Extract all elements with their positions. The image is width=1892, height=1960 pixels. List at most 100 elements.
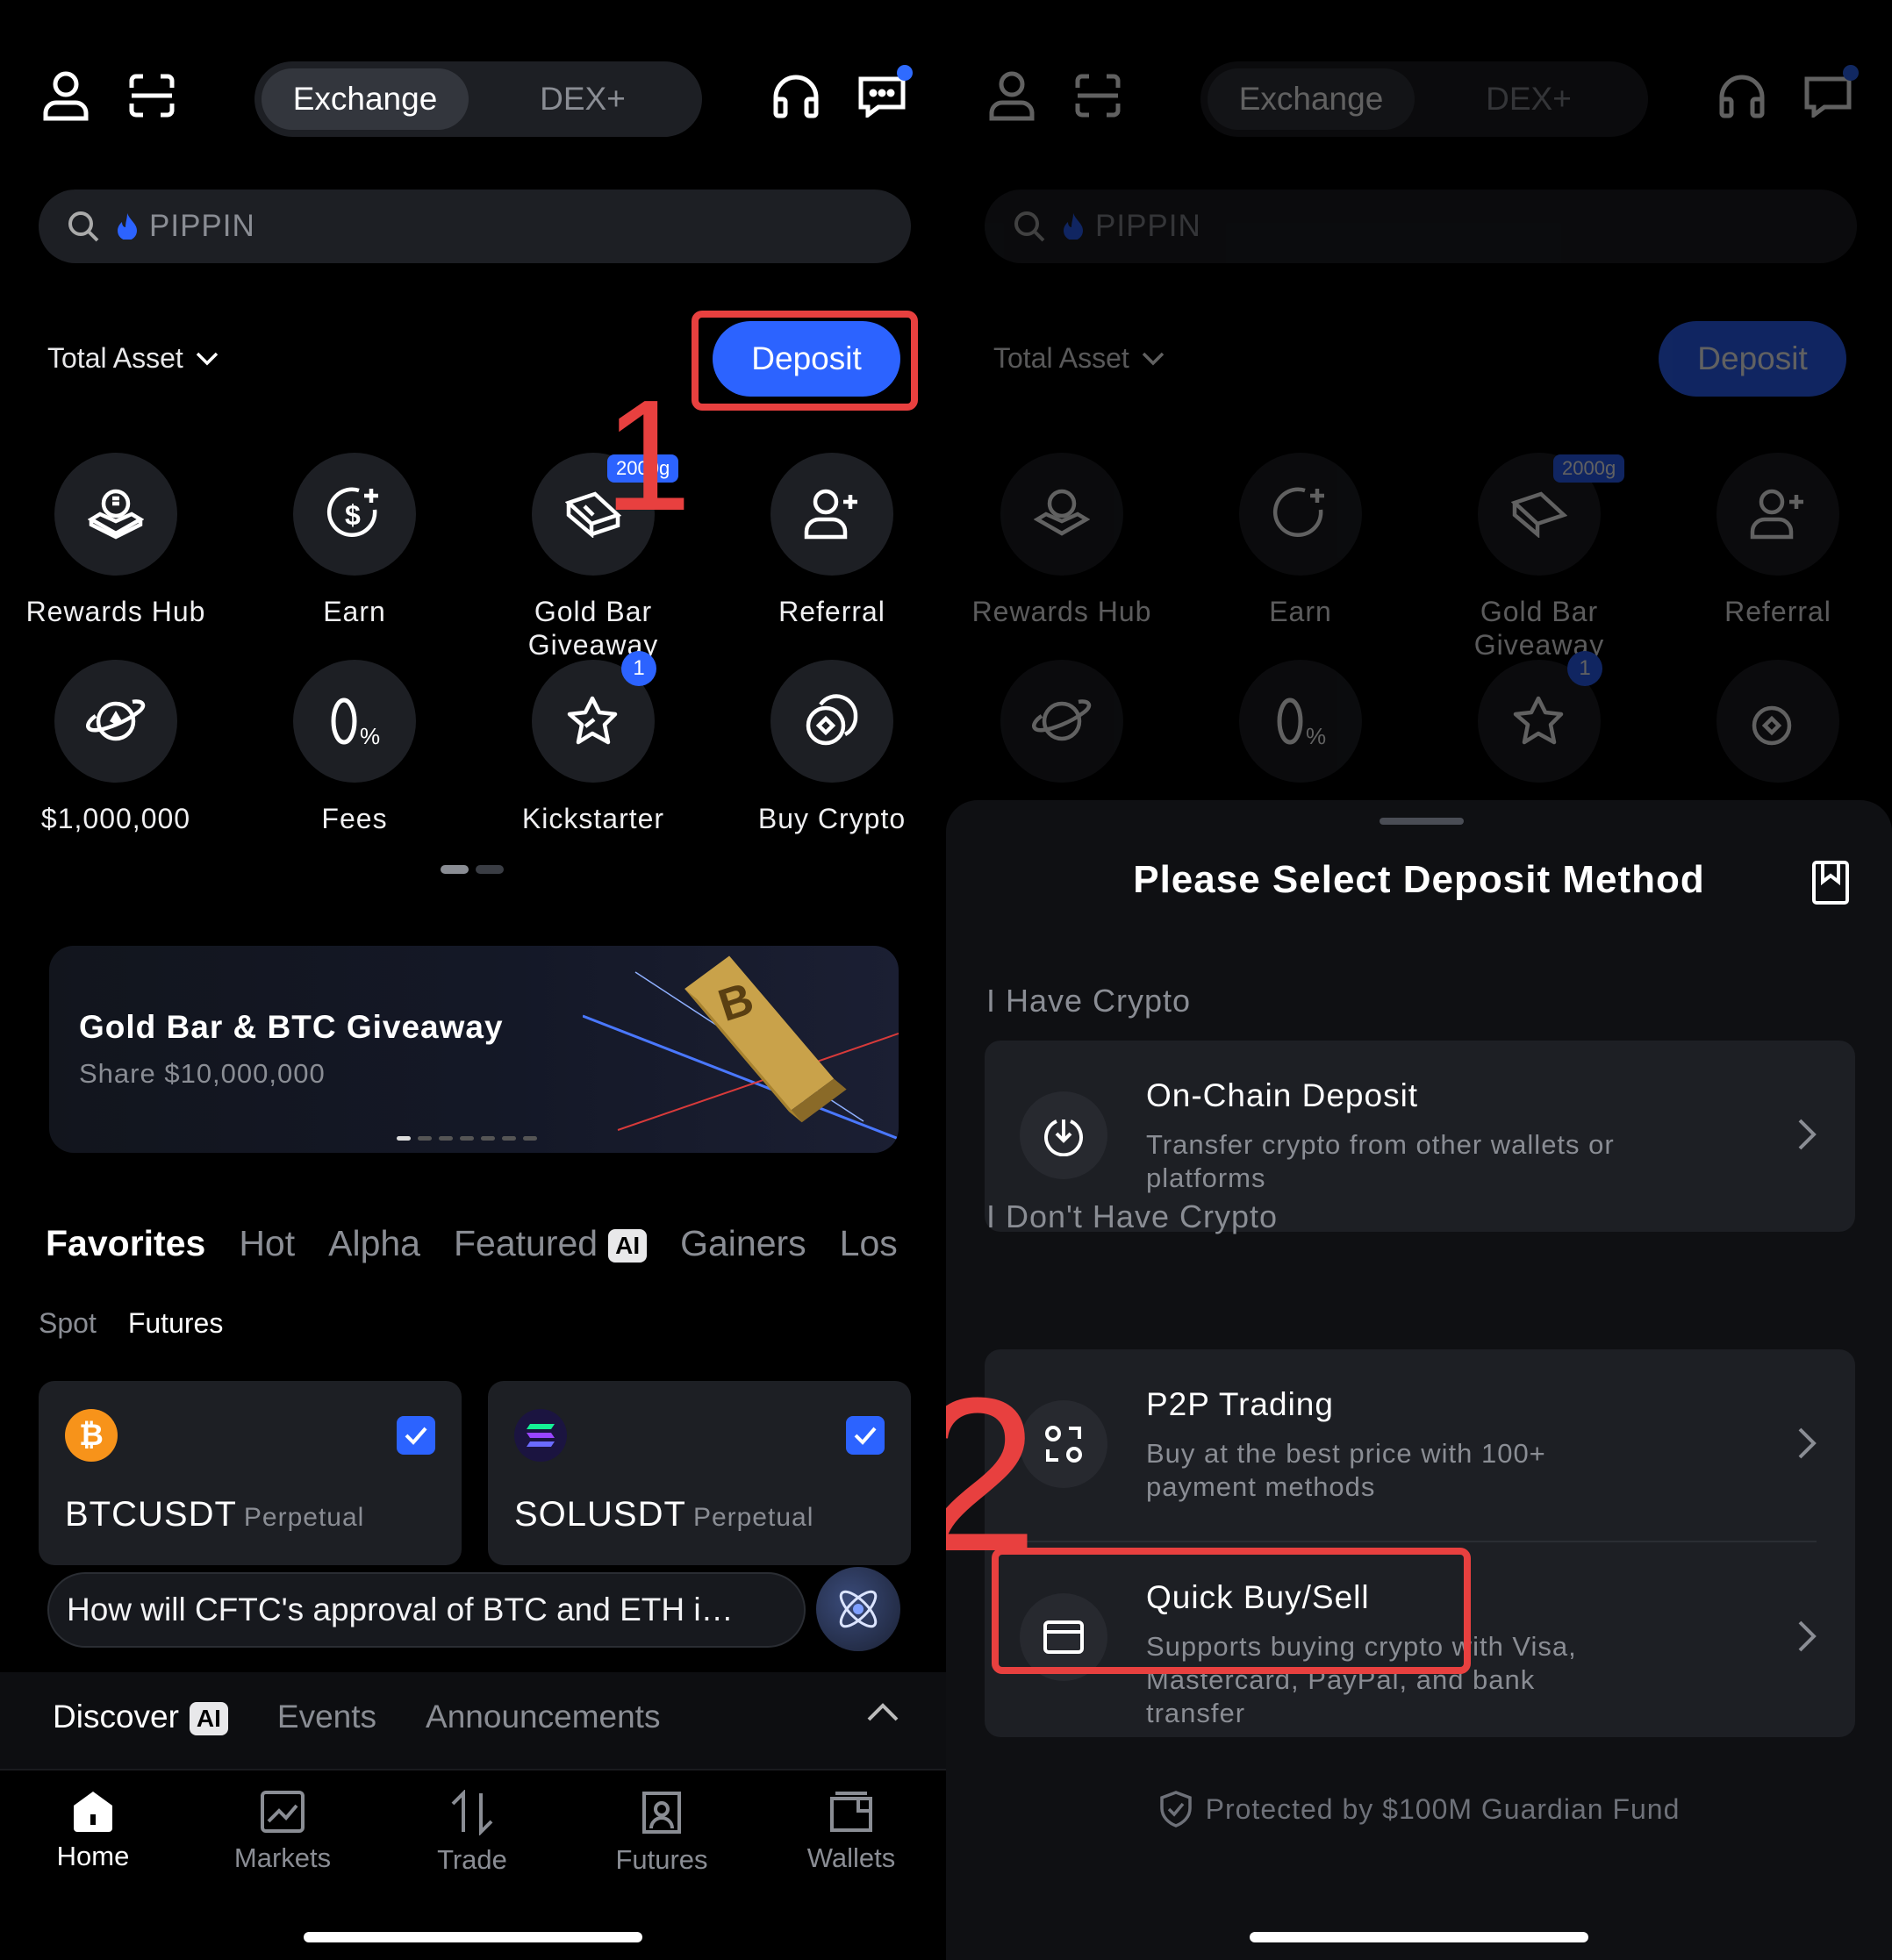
gold-bar-icon: 2000g <box>1478 453 1625 576</box>
tab-exchange[interactable]: Exchange <box>262 68 469 130</box>
ai-badge: AI <box>608 1229 648 1263</box>
grid-item-kickstarter[interactable]: 1 Kickstarter <box>474 651 713 835</box>
deposit-sheet-screen: Exchange DEX+ PIPPIN Total Asset Deposit… <box>946 0 1892 1960</box>
headset-icon[interactable] <box>769 68 823 123</box>
grid-label: Rewards Hub <box>25 596 206 627</box>
grid-item-referral[interactable]: Referral <box>713 453 946 628</box>
grid-item-earn[interactable]: $ Earn <box>235 453 474 628</box>
tab-hot[interactable]: Hot <box>239 1223 295 1264</box>
exchange-dex-switch: Exchange DEX+ <box>254 61 702 137</box>
section-have-crypto: I Have Crypto <box>986 983 1192 1019</box>
option-title: P2P Trading <box>1146 1386 1334 1422</box>
promo-banner[interactable]: B Gold Bar & BTC Giveaway Share $10,000,… <box>49 946 899 1153</box>
ai-assistant-icon[interactable] <box>816 1567 900 1651</box>
search-placeholder: PIPPIN <box>149 209 255 243</box>
tab-dex: DEX+ <box>1486 81 1572 117</box>
planet-icon <box>1000 660 1123 783</box>
ai-badge: AI <box>189 1702 228 1736</box>
grid-label: Earn <box>1269 596 1332 627</box>
nav-trade[interactable]: Trade <box>384 1790 560 1876</box>
guardian-fund-text: Protected by $100M Guardian Fund <box>1205 1792 1681 1825</box>
favorite-checkbox[interactable] <box>846 1416 885 1455</box>
svg-text:%: % <box>360 723 380 748</box>
coin-symbol-text: SOLUSDT <box>514 1495 686 1534</box>
option-p2p-trading[interactable]: P2P Trading Buy at the best price with 1… <box>985 1349 1855 1541</box>
nav-label: Trade <box>437 1844 507 1875</box>
search-bar[interactable]: PIPPIN <box>39 190 911 263</box>
nav-markets[interactable]: Markets <box>195 1790 370 1874</box>
favorite-checkbox[interactable] <box>397 1416 435 1455</box>
tab-gainers[interactable]: Gainers <box>680 1223 806 1264</box>
bitcoin-icon: ₿ <box>65 1409 118 1462</box>
grid-label: Gold Bar Giveaway <box>1473 596 1605 661</box>
user-icon[interactable] <box>39 68 93 123</box>
message-icon <box>1801 65 1859 123</box>
tab-announcements[interactable]: Announcements <box>426 1699 660 1735</box>
grid-item-rewards-hub: Rewards Hub <box>946 453 1181 628</box>
futures-icon <box>642 1792 681 1834</box>
chevron-right-icon <box>1798 1427 1817 1459</box>
notification-dot <box>897 65 913 81</box>
referral-icon <box>770 453 893 576</box>
home-indicator <box>1250 1932 1588 1942</box>
section-no-crypto: I Don't Have Crypto <box>986 1198 1278 1234</box>
tab-featured-label: Featured <box>454 1223 598 1263</box>
notification-dot <box>1843 65 1859 81</box>
tab-dex[interactable]: DEX+ <box>479 68 686 130</box>
tab-events[interactable]: Events <box>277 1699 376 1735</box>
nav-home[interactable]: Home <box>5 1790 181 1872</box>
ai-question-bubble[interactable]: How will CFTC's approval of BTC and ETH … <box>47 1572 806 1648</box>
home-icon <box>74 1792 112 1832</box>
grid-item-million[interactable]: $1,000,000 <box>0 660 235 835</box>
nav-wallets[interactable]: Wallets <box>763 1790 939 1874</box>
tab-discover[interactable]: Discover AI <box>53 1699 228 1736</box>
tab-losers[interactable]: Los <box>840 1223 898 1264</box>
subtab-futures[interactable]: Futures <box>128 1307 223 1340</box>
grid-item-earn: Earn <box>1181 453 1420 628</box>
grid-item-million <box>946 660 1181 783</box>
chevron-up-icon[interactable] <box>865 1702 900 1723</box>
grid-label: Earn <box>323 596 386 627</box>
bookmark-icon[interactable] <box>1811 860 1850 905</box>
nav-label: Home <box>56 1841 130 1871</box>
grid-label: Kickstarter <box>521 803 665 834</box>
total-asset-dropdown: Total Asset <box>993 342 1165 375</box>
exchange-dex-switch: Exchange DEX+ <box>1200 61 1648 137</box>
annotation-step-2: 2 <box>946 1352 1039 1597</box>
home-screen: Exchange DEX+ PIPPIN Total Asset Deposit… <box>0 0 946 1960</box>
kickstarter-icon: 1 <box>1478 651 1602 783</box>
grid-item-fees[interactable]: % Fees <box>235 660 474 835</box>
subtab-spot[interactable]: Spot <box>39 1307 97 1340</box>
gold-bar-image: B <box>583 955 899 1141</box>
search-icon <box>1014 211 1045 242</box>
tab-alpha[interactable]: Alpha <box>328 1223 420 1264</box>
svg-text:$: $ <box>345 499 361 531</box>
coin-card-btc[interactable]: ₿ BTCUSDT Perpetual <box>39 1381 462 1565</box>
nav-futures[interactable]: Futures <box>574 1790 749 1876</box>
coin-symbol: BTCUSDT Perpetual <box>65 1495 364 1534</box>
tab-favorites[interactable]: Favorites <box>46 1223 205 1264</box>
kickstarter-icon: 1 <box>532 651 656 783</box>
discover-label: Discover <box>53 1699 179 1735</box>
user-icon <box>985 68 1039 123</box>
search-placeholder: PIPPIN <box>1095 209 1201 243</box>
coin-card-sol[interactable]: SOLUSDT Perpetual <box>488 1381 911 1565</box>
earn-icon: $ <box>293 453 416 576</box>
kickstarter-badge: 1 <box>621 651 656 686</box>
annotation-box-deposit <box>692 311 918 411</box>
annotation-box-quick-buy <box>992 1548 1471 1674</box>
total-asset-dropdown[interactable]: Total Asset <box>47 342 219 375</box>
grid-item-fees: % <box>1181 660 1420 783</box>
chevron-down-icon <box>1142 352 1164 365</box>
grid-item-rewards-hub[interactable]: Rewards Hub <box>0 453 235 628</box>
message-icon[interactable] <box>855 65 913 123</box>
sheet-grabber[interactable] <box>1380 818 1464 825</box>
wallet-icon <box>830 1792 872 1832</box>
scan-icon[interactable] <box>125 68 179 123</box>
grid-label: Referral <box>778 596 885 627</box>
flame-icon <box>1064 213 1083 240</box>
chevron-down-icon <box>196 352 218 365</box>
grid-item-buy-crypto[interactable]: Buy Crypto <box>713 660 946 835</box>
tab-exchange: Exchange <box>1208 68 1415 130</box>
tab-featured[interactable]: Featured AI <box>454 1223 648 1264</box>
